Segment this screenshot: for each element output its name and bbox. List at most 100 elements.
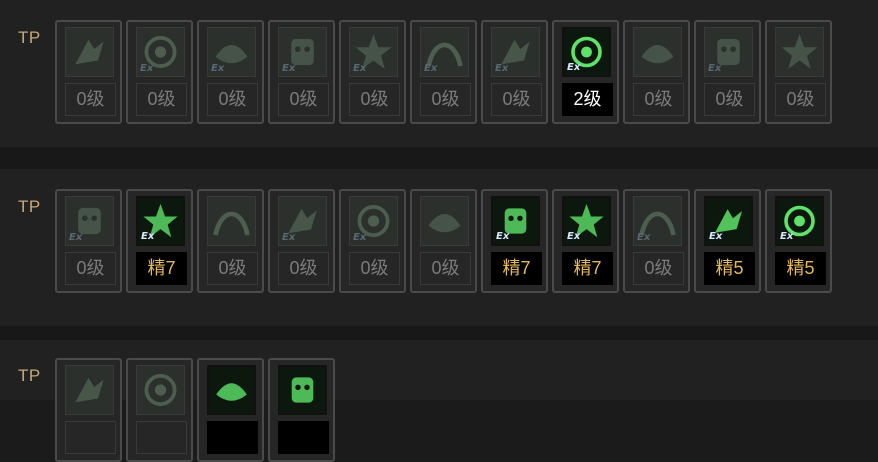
- skill-level-label: 0级: [278, 252, 329, 285]
- pumpkin-spirit-icon: Ex: [704, 196, 753, 246]
- skill-level-label: [207, 421, 258, 454]
- skill-level-label: 0级: [65, 252, 116, 285]
- ex-badge: Ex: [567, 231, 581, 242]
- skill-slot[interactable]: Ex 0级: [268, 20, 335, 124]
- skill-row-1: 0级 Ex 0级 Ex 0级 Ex 0级 Ex 0级 Ex 0级 Ex 0级 Ex 2级 0级 Ex 0级 0级: [55, 20, 832, 124]
- skill-level-label: 0级: [207, 252, 258, 285]
- ex-badge: Ex: [495, 63, 509, 74]
- skill-level-label: 0级: [491, 83, 542, 116]
- ex-badge: Ex: [282, 63, 296, 74]
- skill-slot[interactable]: Ex 精5: [765, 189, 832, 293]
- ex-badge: Ex: [496, 231, 510, 242]
- skill-slot[interactable]: 0级: [197, 189, 264, 293]
- skill-level-label: 0级: [420, 252, 471, 285]
- skill-slot[interactable]: Ex 0级: [339, 189, 406, 293]
- ex-badge: Ex: [211, 63, 225, 74]
- lash-rope-icon: [775, 27, 824, 77]
- skill-level-label: 精7: [562, 252, 613, 285]
- skill-level-label: 0级: [633, 252, 684, 285]
- summon-totem-icon: [136, 365, 185, 415]
- tp-label-row-2: TP: [18, 197, 41, 216]
- skill-slot[interactable]: 0级: [55, 20, 122, 124]
- tp-label-row-1: TP: [18, 28, 41, 47]
- skill-level-label: 精7: [136, 252, 187, 285]
- ex-badge: Ex: [708, 63, 722, 74]
- skill-level-label: 0级: [136, 83, 187, 116]
- skill-slot[interactable]: Ex 0级: [623, 189, 690, 293]
- shatter-burst-icon: Ex: [278, 196, 327, 246]
- puppet-doll-icon: Ex: [704, 27, 753, 77]
- skill-row-3: [55, 358, 335, 462]
- skill-slot[interactable]: [126, 358, 193, 462]
- skill-level-label: 0级: [349, 83, 400, 116]
- orbit-spheres-icon: Ex: [349, 27, 398, 77]
- ex-badge: Ex: [141, 231, 155, 242]
- skill-level-label: 0级: [207, 83, 258, 116]
- grasp-hand-icon: Ex: [65, 196, 114, 246]
- ex-badge: Ex: [637, 232, 651, 243]
- ex-badge: Ex: [140, 63, 154, 74]
- skill-level-label: 精5: [775, 252, 826, 285]
- skill-slot[interactable]: Ex 0级: [268, 189, 335, 293]
- witch-hat-icon: Ex: [136, 196, 185, 246]
- comet-star-icon: Ex: [207, 27, 256, 77]
- hypno-swirl-icon: [420, 196, 469, 246]
- skill-slot[interactable]: Ex 0级: [55, 189, 122, 293]
- skill-slot[interactable]: Ex 0级: [126, 20, 193, 124]
- skill-slot[interactable]: [268, 358, 335, 462]
- skull-blast-icon: [278, 365, 327, 415]
- ex-badge: Ex: [353, 63, 367, 74]
- tp-label-row-3: TP: [18, 366, 41, 385]
- skill-level-label: [136, 421, 187, 454]
- energy-orb-icon: Ex: [562, 27, 611, 77]
- separator-1: [0, 147, 878, 169]
- skill-slot[interactable]: 0级: [623, 20, 690, 124]
- skill-level-label: 0级: [775, 83, 826, 116]
- skill-slot[interactable]: Ex 精7: [552, 189, 619, 293]
- dash-strike-icon: [65, 27, 114, 77]
- skill-slot[interactable]: Ex 精7: [126, 189, 193, 293]
- skill-slot[interactable]: [55, 358, 122, 462]
- skill-slot[interactable]: Ex 2级: [552, 20, 619, 124]
- skill-slot[interactable]: Ex 0级: [410, 20, 477, 124]
- skill-slot[interactable]: [197, 358, 264, 462]
- whip-curl-icon: Ex: [491, 27, 540, 77]
- skill-level-label: 0级: [704, 83, 755, 116]
- skill-level-label: 0级: [349, 252, 400, 285]
- skill-level-label: 0级: [633, 83, 684, 116]
- spinning-blade-icon: [207, 196, 256, 246]
- skill-level-label: 精7: [491, 252, 542, 285]
- ex-badge: Ex: [282, 232, 296, 243]
- crawling-beast-icon: Ex: [420, 27, 469, 77]
- skill-level-label: [278, 421, 329, 454]
- skill-slot[interactable]: Ex 精7: [481, 189, 548, 293]
- net-racket-icon: Ex: [349, 196, 398, 246]
- ex-badge: Ex: [353, 232, 367, 243]
- skill-slot[interactable]: Ex 0级: [481, 20, 548, 124]
- skill-level-label: 精5: [704, 252, 755, 285]
- skill-slot[interactable]: 0级: [410, 189, 477, 293]
- ex-badge: Ex: [69, 232, 83, 243]
- grid-net-icon: [207, 365, 256, 415]
- skill-level-label: [65, 421, 116, 454]
- skill-row-2: Ex 0级 Ex 精7 0级 Ex 0级 Ex 0级 0级 Ex 精7 Ex 精7 Ex 0级 Ex 精5 Ex 精5: [55, 189, 832, 293]
- wind-gust-icon: [65, 365, 114, 415]
- skill-slot[interactable]: Ex 0级: [339, 20, 406, 124]
- crescent-slash-icon: Ex: [633, 196, 682, 246]
- skill-slot[interactable]: Ex 精5: [694, 189, 761, 293]
- skill-slot[interactable]: 0级: [765, 20, 832, 124]
- skill-level-label: 0级: [278, 83, 329, 116]
- skill-level-label: 2级: [562, 83, 613, 116]
- ex-badge: Ex: [780, 231, 794, 242]
- poison-splash-icon: Ex: [775, 196, 824, 246]
- ex-badge: Ex: [567, 62, 581, 73]
- skill-slot[interactable]: Ex 0级: [694, 20, 761, 124]
- ex-badge: Ex: [424, 63, 438, 74]
- skill-level-label: 0级: [420, 83, 471, 116]
- summon-creature-icon: Ex: [278, 27, 327, 77]
- skill-slot[interactable]: Ex 0级: [197, 20, 264, 124]
- spiral-swing-icon: Ex: [136, 27, 185, 77]
- separator-2: [0, 326, 878, 340]
- skill-level-label: 0级: [65, 83, 116, 116]
- ex-badge: Ex: [709, 231, 723, 242]
